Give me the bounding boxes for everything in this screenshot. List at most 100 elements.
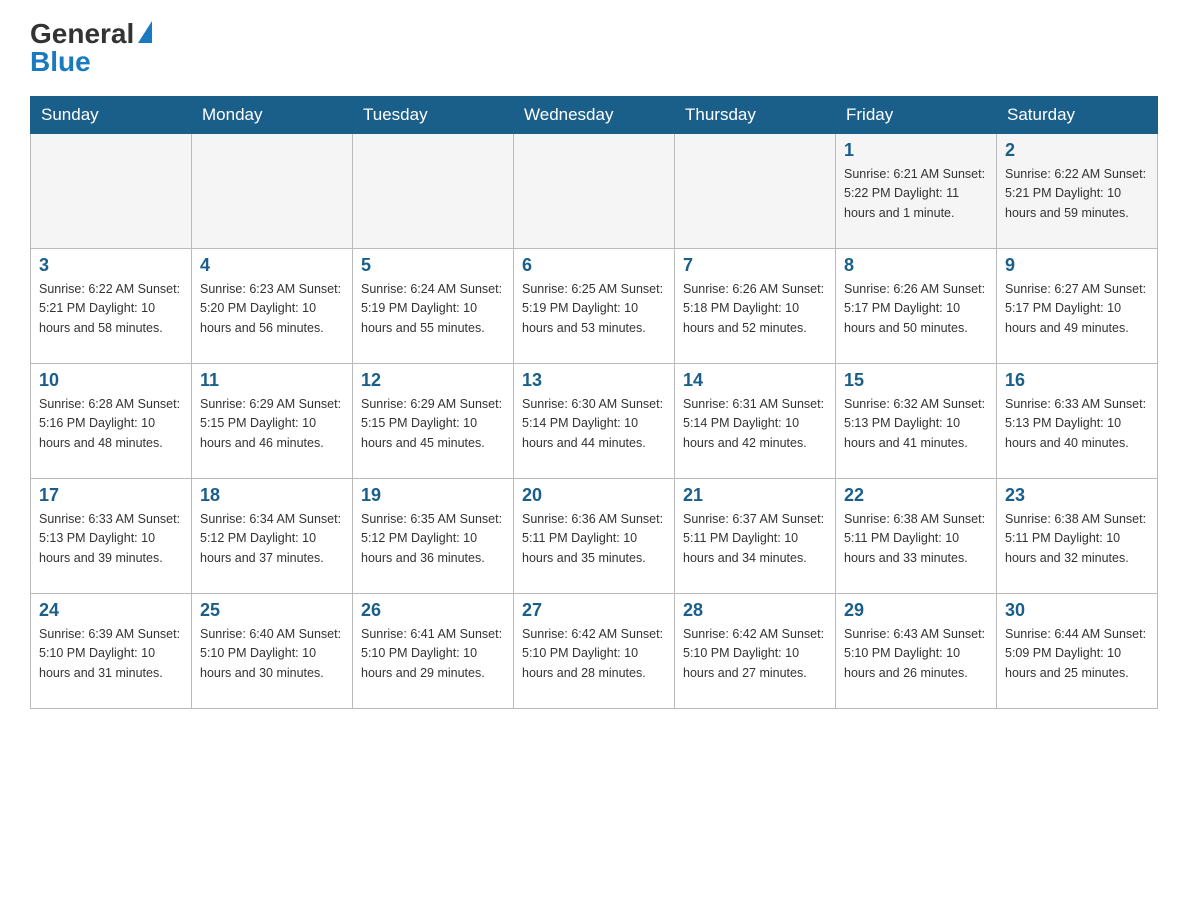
day-info: Sunrise: 6:27 AM Sunset: 5:17 PM Dayligh…	[1005, 280, 1149, 338]
page-header: General Blue	[30, 20, 1158, 76]
calendar-day-cell: 5 Sunrise: 6:24 AM Sunset: 5:19 PM Daylig…	[353, 249, 514, 364]
calendar-day-cell: 7 Sunrise: 6:26 AM Sunset: 5:18 PM Daylig…	[675, 249, 836, 364]
day-number: 14	[683, 370, 827, 391]
logo-blue-text: Blue	[30, 48, 91, 76]
day-of-week-header: Monday	[192, 97, 353, 134]
calendar-day-cell: 2 Sunrise: 6:22 AM Sunset: 5:21 PM Daylig…	[997, 134, 1158, 249]
calendar-week-row: 10 Sunrise: 6:28 AM Sunset: 5:16 PM Dayli…	[31, 364, 1158, 479]
day-info: Sunrise: 6:24 AM Sunset: 5:19 PM Dayligh…	[361, 280, 505, 338]
day-number: 8	[844, 255, 988, 276]
day-number: 10	[39, 370, 183, 391]
day-number: 2	[1005, 140, 1149, 161]
day-info: Sunrise: 6:30 AM Sunset: 5:14 PM Dayligh…	[522, 395, 666, 453]
logo: General Blue	[30, 20, 152, 76]
day-number: 3	[39, 255, 183, 276]
day-number: 19	[361, 485, 505, 506]
calendar-day-cell	[353, 134, 514, 249]
day-number: 20	[522, 485, 666, 506]
calendar-day-cell: 19 Sunrise: 6:35 AM Sunset: 5:12 PM Dayli…	[353, 479, 514, 594]
day-info: Sunrise: 6:37 AM Sunset: 5:11 PM Dayligh…	[683, 510, 827, 568]
day-of-week-header: Thursday	[675, 97, 836, 134]
day-number: 22	[844, 485, 988, 506]
calendar-day-cell: 22 Sunrise: 6:38 AM Sunset: 5:11 PM Dayli…	[836, 479, 997, 594]
day-info: Sunrise: 6:23 AM Sunset: 5:20 PM Dayligh…	[200, 280, 344, 338]
calendar-day-cell: 27Sunrise: 6:42 AM Sunset: 5:10 PM Dayli…	[514, 594, 675, 709]
day-number: 25	[200, 600, 344, 621]
day-info: Sunrise: 6:26 AM Sunset: 5:17 PM Dayligh…	[844, 280, 988, 338]
calendar-day-cell: 11 Sunrise: 6:29 AM Sunset: 5:15 PM Dayli…	[192, 364, 353, 479]
day-of-week-header: Sunday	[31, 97, 192, 134]
calendar-header-row: SundayMondayTuesdayWednesdayThursdayFrid…	[31, 97, 1158, 134]
calendar-day-cell: 20 Sunrise: 6:36 AM Sunset: 5:11 PM Dayli…	[514, 479, 675, 594]
day-of-week-header: Tuesday	[353, 97, 514, 134]
calendar-day-cell: 4 Sunrise: 6:23 AM Sunset: 5:20 PM Daylig…	[192, 249, 353, 364]
calendar-day-cell	[31, 134, 192, 249]
calendar-day-cell: 28 Sunrise: 6:42 AM Sunset: 5:10 PM Dayli…	[675, 594, 836, 709]
day-info: Sunrise: 6:34 AM Sunset: 5:12 PM Dayligh…	[200, 510, 344, 568]
calendar-day-cell	[675, 134, 836, 249]
day-number: 11	[200, 370, 344, 391]
calendar-day-cell: 24Sunrise: 6:39 AM Sunset: 5:10 PM Dayli…	[31, 594, 192, 709]
calendar-week-row: 3 Sunrise: 6:22 AM Sunset: 5:21 PM Daylig…	[31, 249, 1158, 364]
calendar-day-cell: 16 Sunrise: 6:33 AM Sunset: 5:13 PM Dayli…	[997, 364, 1158, 479]
calendar-day-cell	[192, 134, 353, 249]
calendar-day-cell: 10 Sunrise: 6:28 AM Sunset: 5:16 PM Dayli…	[31, 364, 192, 479]
calendar-day-cell: 15 Sunrise: 6:32 AM Sunset: 5:13 PM Dayli…	[836, 364, 997, 479]
day-number: 23	[1005, 485, 1149, 506]
day-number: 5	[361, 255, 505, 276]
day-number: 26	[361, 600, 505, 621]
day-of-week-header: Friday	[836, 97, 997, 134]
calendar-day-cell: 30 Sunrise: 6:44 AM Sunset: 5:09 PM Dayli…	[997, 594, 1158, 709]
day-info: Sunrise: 6:35 AM Sunset: 5:12 PM Dayligh…	[361, 510, 505, 568]
calendar-day-cell: 9 Sunrise: 6:27 AM Sunset: 5:17 PM Daylig…	[997, 249, 1158, 364]
calendar-week-row: 1Sunrise: 6:21 AM Sunset: 5:22 PM Daylig…	[31, 134, 1158, 249]
calendar-day-cell: 1Sunrise: 6:21 AM Sunset: 5:22 PM Daylig…	[836, 134, 997, 249]
logo-general-text: General	[30, 20, 152, 48]
day-info: Sunrise: 6:42 AM Sunset: 5:10 PM Dayligh…	[683, 625, 827, 683]
day-info: Sunrise: 6:44 AM Sunset: 5:09 PM Dayligh…	[1005, 625, 1149, 683]
day-info: Sunrise: 6:32 AM Sunset: 5:13 PM Dayligh…	[844, 395, 988, 453]
calendar-day-cell: 17 Sunrise: 6:33 AM Sunset: 5:13 PM Dayli…	[31, 479, 192, 594]
day-info: Sunrise: 6:33 AM Sunset: 5:13 PM Dayligh…	[39, 510, 183, 568]
day-number: 24	[39, 600, 183, 621]
day-number: 6	[522, 255, 666, 276]
day-info: Sunrise: 6:28 AM Sunset: 5:16 PM Dayligh…	[39, 395, 183, 453]
day-info: Sunrise: 6:22 AM Sunset: 5:21 PM Dayligh…	[39, 280, 183, 338]
day-info: Sunrise: 6:21 AM Sunset: 5:22 PM Dayligh…	[844, 165, 988, 223]
day-info: Sunrise: 6:31 AM Sunset: 5:14 PM Dayligh…	[683, 395, 827, 453]
calendar-day-cell: 12Sunrise: 6:29 AM Sunset: 5:15 PM Dayli…	[353, 364, 514, 479]
day-info: Sunrise: 6:25 AM Sunset: 5:19 PM Dayligh…	[522, 280, 666, 338]
day-info: Sunrise: 6:36 AM Sunset: 5:11 PM Dayligh…	[522, 510, 666, 568]
day-info: Sunrise: 6:43 AM Sunset: 5:10 PM Dayligh…	[844, 625, 988, 683]
day-info: Sunrise: 6:22 AM Sunset: 5:21 PM Dayligh…	[1005, 165, 1149, 223]
calendar-day-cell: 14 Sunrise: 6:31 AM Sunset: 5:14 PM Dayli…	[675, 364, 836, 479]
day-info: Sunrise: 6:29 AM Sunset: 5:15 PM Dayligh…	[200, 395, 344, 453]
calendar-day-cell: 21 Sunrise: 6:37 AM Sunset: 5:11 PM Dayli…	[675, 479, 836, 594]
calendar-day-cell: 29 Sunrise: 6:43 AM Sunset: 5:10 PM Dayli…	[836, 594, 997, 709]
calendar-day-cell: 6 Sunrise: 6:25 AM Sunset: 5:19 PM Daylig…	[514, 249, 675, 364]
day-number: 15	[844, 370, 988, 391]
day-number: 18	[200, 485, 344, 506]
day-of-week-header: Wednesday	[514, 97, 675, 134]
day-info: Sunrise: 6:26 AM Sunset: 5:18 PM Dayligh…	[683, 280, 827, 338]
day-number: 17	[39, 485, 183, 506]
day-number: 21	[683, 485, 827, 506]
day-info: Sunrise: 6:40 AM Sunset: 5:10 PM Dayligh…	[200, 625, 344, 683]
calendar-day-cell: 25 Sunrise: 6:40 AM Sunset: 5:10 PM Dayli…	[192, 594, 353, 709]
day-number: 7	[683, 255, 827, 276]
day-info: Sunrise: 6:38 AM Sunset: 5:11 PM Dayligh…	[844, 510, 988, 568]
day-info: Sunrise: 6:33 AM Sunset: 5:13 PM Dayligh…	[1005, 395, 1149, 453]
day-number: 13	[522, 370, 666, 391]
day-number: 29	[844, 600, 988, 621]
logo-triangle-icon	[138, 21, 152, 43]
day-info: Sunrise: 6:42 AM Sunset: 5:10 PM Dayligh…	[522, 625, 666, 683]
day-number: 16	[1005, 370, 1149, 391]
day-number: 9	[1005, 255, 1149, 276]
day-number: 4	[200, 255, 344, 276]
calendar-day-cell: 3 Sunrise: 6:22 AM Sunset: 5:21 PM Daylig…	[31, 249, 192, 364]
calendar-week-row: 17 Sunrise: 6:33 AM Sunset: 5:13 PM Dayli…	[31, 479, 1158, 594]
day-number: 30	[1005, 600, 1149, 621]
day-number: 28	[683, 600, 827, 621]
day-info: Sunrise: 6:41 AM Sunset: 5:10 PM Dayligh…	[361, 625, 505, 683]
calendar-day-cell: 13 Sunrise: 6:30 AM Sunset: 5:14 PM Dayli…	[514, 364, 675, 479]
